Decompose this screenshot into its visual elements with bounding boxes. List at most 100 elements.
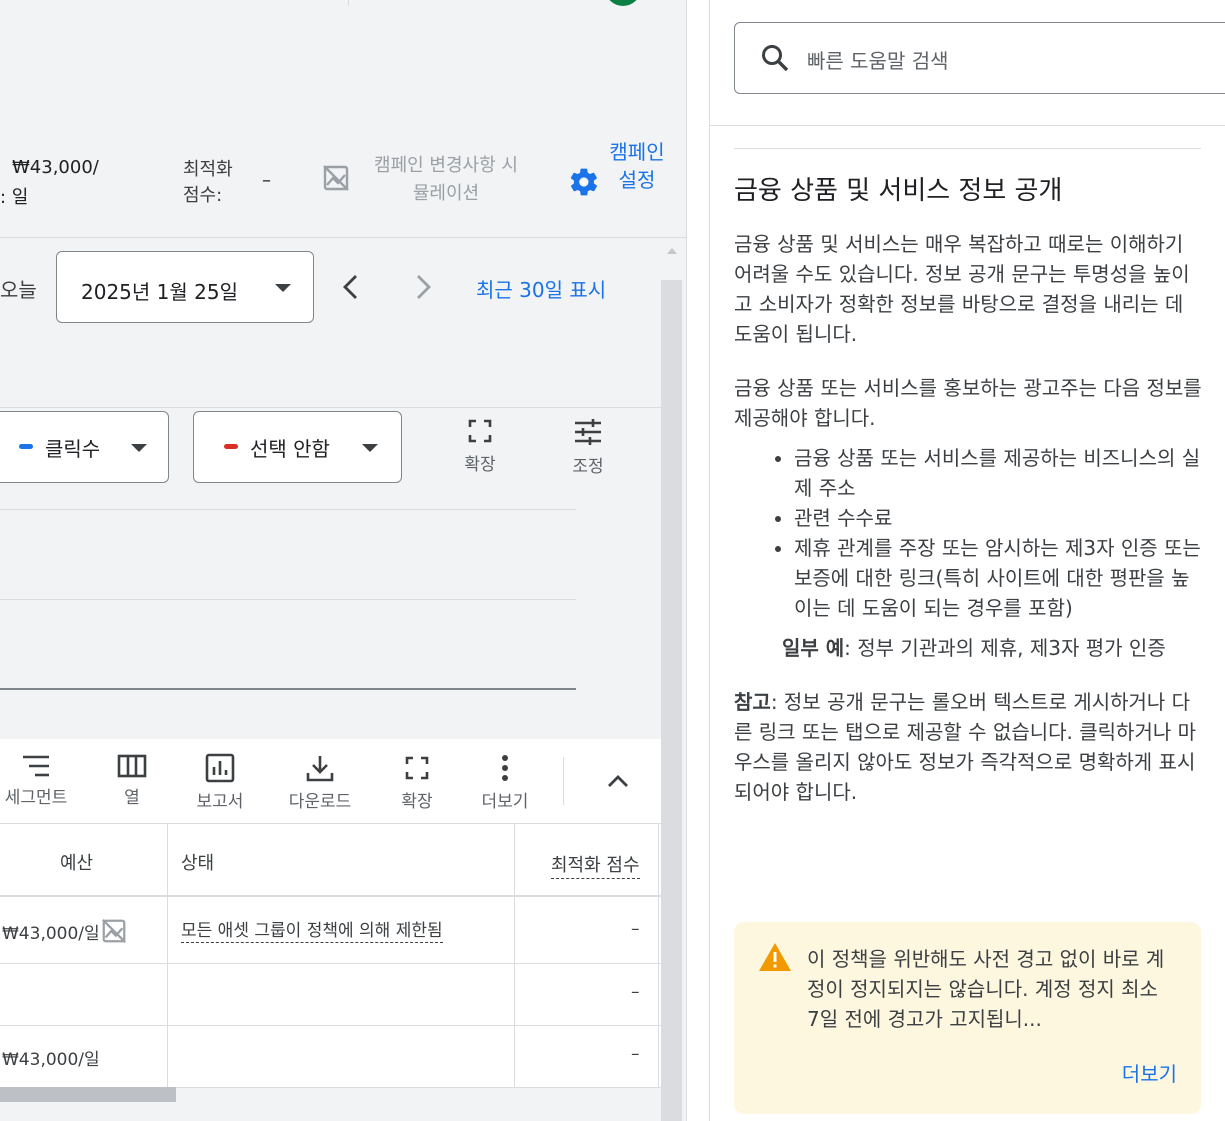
horizontal-scrollbar[interactable] — [0, 1087, 176, 1102]
download-icon — [306, 756, 334, 782]
chevron-up-icon[interactable] — [604, 767, 632, 795]
help-search-placeholder: 빠른 도움말 검색 — [807, 49, 949, 73]
help-example: 일부 예: 정부 기관과의 제휴, 제3자 평가 인증 — [782, 633, 1204, 663]
vertical-scrollbar[interactable] — [661, 280, 682, 1121]
list-item: 제휴 관계를 주장 또는 암시하는 제3자 인증 또는 보증에 대한 링크(특히… — [794, 533, 1204, 623]
cell-budget: ₩43,000/일 — [2, 924, 100, 944]
optimization-score-value: – — [262, 170, 271, 191]
fullscreen-icon — [468, 419, 492, 443]
header-status[interactable]: 상태 — [181, 849, 214, 875]
table-row: ₩43,000/일 모든 애셋 그룹이 정책에 의해 제한됨 – — [0, 897, 661, 964]
note-label: 참고 — [734, 690, 771, 714]
table-row: – — [0, 964, 661, 1026]
metric1-label: 클릭수 — [45, 437, 101, 461]
download-button[interactable]: 다운로드 — [280, 753, 360, 812]
warning-more-link[interactable]: 더보기 — [1122, 1058, 1177, 1087]
more-vert-icon — [502, 755, 508, 781]
segment-label: 세그먼트 — [4, 788, 68, 808]
metric2-selector[interactable]: 선택 안함 — [193, 411, 402, 483]
today-label: 오늘 — [0, 278, 37, 302]
more-button[interactable]: 더보기 — [475, 753, 535, 812]
download-label: 다운로드 — [288, 792, 352, 812]
simulation-off-icon — [323, 165, 349, 191]
top-strip — [0, 0, 686, 10]
chevron-down-icon — [275, 284, 291, 292]
campaign-settings-link[interactable]: 캠페인 설정 — [609, 138, 665, 194]
budget-unit: : 일 — [0, 187, 29, 208]
simulation-off-icon[interactable] — [100, 917, 128, 945]
header-optimization-score[interactable]: 최적화 점수 — [551, 851, 640, 879]
search-icon — [762, 45, 789, 72]
avatar[interactable] — [605, 0, 641, 6]
toolbar-divider — [563, 757, 564, 805]
help-bullet-list: 금융 상품 또는 서비스를 제공하는 비즈니스의 실제 주소 관련 수수료 제휴… — [794, 443, 1204, 623]
help-search-field[interactable]: 빠른 도움말 검색 — [734, 22, 1225, 94]
metric1-selector[interactable]: 클릭수 — [0, 411, 169, 483]
reports-button[interactable]: 보고서 — [185, 753, 255, 812]
column-divider — [167, 824, 168, 1087]
gear-icon[interactable] — [568, 166, 600, 198]
example-label: 일부 예 — [782, 636, 845, 660]
scroll-up-arrow[interactable] — [667, 248, 677, 254]
table-expand-button[interactable]: 확장 — [391, 753, 443, 812]
fullscreen-icon — [405, 756, 429, 780]
chevron-down-icon — [131, 444, 147, 452]
chevron-down-icon — [362, 444, 378, 452]
pane-divider[interactable] — [686, 0, 710, 1121]
header-budget[interactable]: 예산 — [60, 849, 93, 875]
help-paragraph: 금융 상품 또는 서비스를 홍보하는 광고주는 다음 정보를 제공해야 합니다. — [734, 376, 1202, 430]
chart-expand-button[interactable]: 확장 — [450, 418, 510, 475]
date-picker[interactable]: 2025년 1월 25일 — [56, 251, 314, 323]
metric2-color-swatch — [224, 444, 238, 449]
reports-label: 보고서 — [196, 792, 244, 812]
chart-gridline — [0, 599, 576, 600]
columns-icon — [117, 754, 147, 778]
table-toolbar: 세그먼트 열 보고서 다운로드 확장 더보기 — [0, 739, 661, 824]
chart-adjust-button[interactable]: 조정 — [558, 418, 618, 477]
help-panel: 빠른 도움말 검색 금융 상품 및 서비스 정보 공개 금융 상품 및 서비스는… — [710, 0, 1225, 1121]
campaign-pane: ₩43,000/ : 일 최적화 점수: – 캠페인 변경사항 시뮬레이션 캠페… — [0, 0, 686, 1121]
simulation-button[interactable]: 캠페인 변경사항 시뮬레이션 — [366, 152, 526, 208]
chevron-right-icon[interactable] — [408, 270, 438, 304]
example-text: : 정부 기관과의 제휴, 제3자 평가 인증 — [844, 636, 1166, 660]
column-divider — [514, 824, 515, 1087]
divider — [710, 125, 1225, 126]
campaign-table: 예산 상태 최적화 점수 ₩43,000/일 모든 애셋 그룹이 정책에 의해 … — [0, 824, 661, 1088]
cell-status-limited[interactable]: 모든 애셋 그룹이 정책에 의해 제한됨 — [181, 916, 443, 943]
cell-optimization: – — [631, 1044, 640, 1064]
cell-optimization: – — [631, 919, 640, 939]
chevron-left-icon[interactable] — [336, 270, 366, 304]
optimization-score-label: 최적화 점수: — [183, 159, 233, 206]
chart-adjust-label: 조정 — [572, 457, 604, 477]
segment-icon — [23, 755, 49, 777]
warning-icon — [759, 943, 791, 971]
chart-axis — [0, 688, 576, 690]
more-label: 더보기 — [481, 792, 529, 812]
segment-button[interactable]: 세그먼트 — [0, 753, 76, 808]
help-paragraph: 금융 상품 및 서비스는 매우 복잡하고 때로는 이해하기 어려울 수도 있습니… — [734, 232, 1190, 346]
tune-icon — [575, 419, 601, 445]
date-picker-value: 2025년 1월 25일 — [81, 280, 238, 304]
columns-button[interactable]: 열 — [107, 753, 157, 808]
cell-budget: ₩43,000/일 — [2, 1050, 100, 1070]
warning-text: 이 정책을 위반해도 사전 경고 없이 바로 계정이 정지되지는 않습니다. 계… — [807, 947, 1165, 1031]
chart-expand-label: 확장 — [464, 455, 496, 475]
note-text: : 정보 공개 문구는 롤오버 텍스트로 게시하거나 다른 링크 또는 탭으로 … — [734, 690, 1197, 804]
metric1-color-swatch — [19, 444, 33, 449]
help-article-title: 금융 상품 및 서비스 정보 공개 — [734, 176, 1063, 206]
column-divider — [658, 824, 659, 1087]
show-last-30-days-link[interactable]: 최근 30일 표시 — [476, 274, 606, 303]
budget-value: ₩43,000/ — [12, 157, 99, 178]
divider — [734, 148, 1201, 149]
chart-gridline — [0, 509, 576, 510]
warning-callout: 이 정책을 위반해도 사전 경고 없이 바로 계정이 정지되지는 않습니다. 계… — [734, 922, 1201, 1114]
table-expand-label: 확장 — [401, 792, 433, 812]
metric2-label: 선택 안함 — [250, 437, 330, 461]
columns-label: 열 — [124, 788, 140, 808]
table-row: ₩43,000/일 – — [0, 1026, 661, 1088]
help-note: 참고: 정보 공개 문구는 롤오버 텍스트로 게시하거나 다른 링크 또는 탭으… — [734, 687, 1204, 807]
list-item: 관련 수수료 — [794, 503, 1204, 533]
cell-optimization: – — [631, 982, 640, 1002]
bar-chart-icon — [205, 753, 235, 783]
list-item: 금융 상품 또는 서비스를 제공하는 비즈니스의 실제 주소 — [794, 443, 1204, 503]
